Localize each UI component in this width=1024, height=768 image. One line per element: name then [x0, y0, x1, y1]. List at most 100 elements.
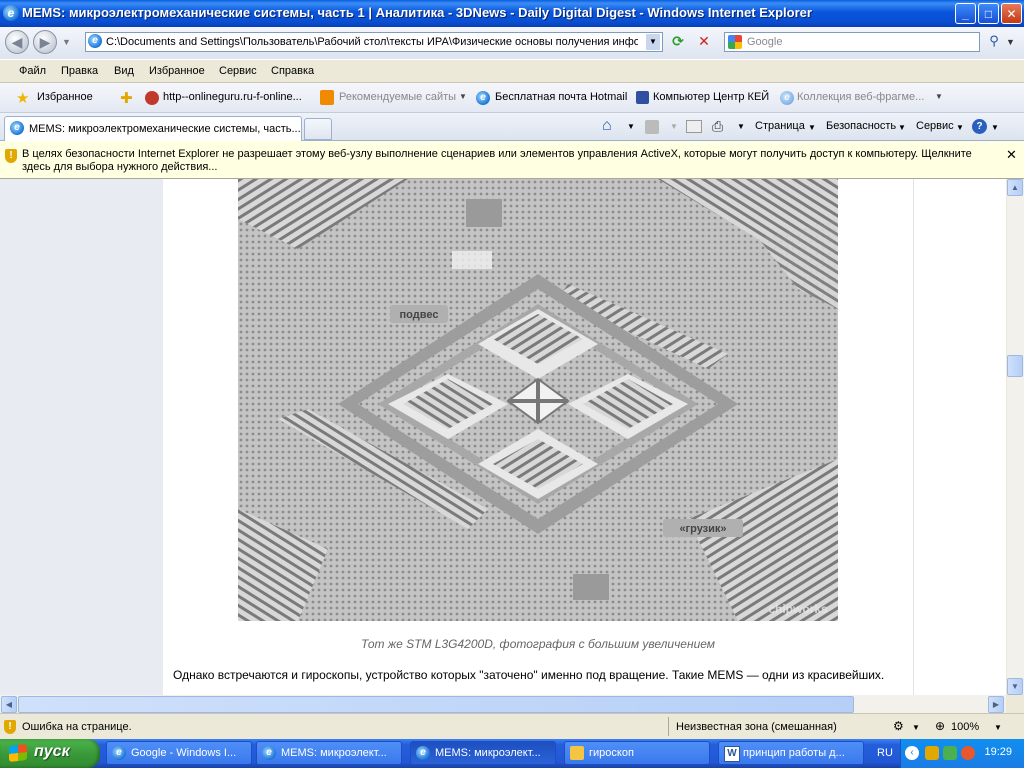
search-options-icon[interactable]: ▼	[1006, 37, 1015, 47]
menu-favorites[interactable]: Избранное	[149, 65, 205, 77]
zoom-level[interactable]: 100%	[951, 721, 979, 733]
antivirus-tray-icon[interactable]	[961, 746, 975, 760]
ie-icon: e	[112, 746, 126, 760]
rss-icon[interactable]	[645, 120, 659, 134]
address-toolbar: ◀ ▶ ▼ e C:\Documents and Settings\Пользо…	[0, 27, 1024, 59]
task-google[interactable]: e Google - Windows I...	[106, 741, 252, 765]
menu-bar: Файл Правка Вид Избранное Сервис Справка	[0, 59, 1024, 83]
chevron-down-icon[interactable]: ▼	[898, 123, 906, 132]
title-bar: e MEMS: микроэлектромеханические системы…	[0, 0, 1024, 27]
maximize-button[interactable]: □	[978, 3, 999, 24]
favorites-button[interactable]: Избранное	[37, 91, 93, 103]
fav-item-hotmail[interactable]: Бесплатная почта Hotmail	[495, 91, 627, 103]
menu-tools[interactable]: Сервис	[219, 65, 257, 77]
mems-structure-image: подвес «грузик» chipworks	[238, 179, 838, 621]
vertical-scrollbar[interactable]: ▲ ▼	[1006, 179, 1024, 695]
warning-icon[interactable]: !	[4, 720, 16, 734]
tools-menu[interactable]: Сервис	[916, 120, 954, 132]
chevron-down-icon[interactable]: ▼	[808, 123, 816, 132]
fav-item-suggested[interactable]: Рекомендуемые сайты	[339, 91, 456, 103]
tray-expand-icon[interactable]: ‹	[905, 746, 919, 760]
chevron-down-icon[interactable]: ▼	[737, 122, 745, 131]
chevron-down-icon[interactable]: ▼	[935, 92, 943, 101]
taskbar: пуск e Google - Windows I... e MEMS: мик…	[0, 739, 1024, 768]
start-button[interactable]: пуск	[0, 739, 100, 768]
label-proof-mass: «грузик»	[679, 523, 726, 535]
minimize-button[interactable]: _	[955, 3, 976, 24]
site-icon	[145, 91, 159, 105]
watermark: chipworks	[768, 602, 828, 616]
menu-help[interactable]: Справка	[271, 65, 314, 77]
chevron-down-icon[interactable]: ▼	[956, 123, 964, 132]
chevron-down-icon[interactable]: ▼	[991, 123, 999, 132]
chevron-down-icon[interactable]: ▼	[912, 723, 920, 732]
tab-mems[interactable]: e MEMS: микроэлектромеханические системы…	[4, 116, 302, 141]
network-tray-icon[interactable]	[943, 746, 957, 760]
security-tray-icon[interactable]	[925, 746, 939, 760]
search-icon[interactable]: ⚲	[984, 33, 1004, 51]
help-icon[interactable]: ?	[972, 119, 987, 134]
protected-mode-icon[interactable]: ⚙	[893, 719, 904, 733]
refresh-icon[interactable]: ⟳	[668, 33, 688, 51]
chevron-down-icon[interactable]: ▼	[627, 122, 635, 131]
security-zone: Неизвестная зона (смешанная)	[676, 721, 837, 733]
print-icon[interactable]: ⎙	[712, 118, 723, 135]
infobar-message[interactable]: В целях безопасности Internet Explorer н…	[22, 148, 992, 174]
close-button[interactable]: ✕	[1001, 3, 1022, 24]
back-button[interactable]: ◀	[5, 30, 29, 54]
forward-button[interactable]: ▶	[33, 30, 57, 54]
tab-title: MEMS: микроэлектромеханические системы, …	[29, 123, 301, 135]
menu-view[interactable]: Вид	[114, 65, 134, 77]
task-folder[interactable]: гироскоп	[564, 741, 710, 765]
infobar-close-icon[interactable]: ✕	[1006, 147, 1017, 163]
ie-icon: e	[262, 746, 276, 760]
mail-icon[interactable]	[686, 120, 702, 133]
left-margin	[0, 179, 163, 695]
history-dropdown-icon[interactable]: ▼	[62, 37, 71, 47]
chevron-down-icon[interactable]: ▼	[670, 122, 678, 131]
article-paragraph: Однако встречаются и гироскопы, устройст…	[173, 668, 885, 682]
horizontal-scrollbar[interactable]: ◀ ▶	[0, 695, 1006, 713]
task-mems-1[interactable]: e MEMS: микроэлект...	[256, 741, 402, 765]
kei-icon	[636, 91, 649, 104]
information-bar[interactable]: ! В целях безопасности Internet Explorer…	[0, 141, 1024, 179]
windows-flag-icon	[9, 744, 27, 762]
address-input[interactable]: C:\Documents and Settings\Пользователь\Р…	[106, 36, 638, 48]
page-menu[interactable]: Страница	[755, 120, 805, 132]
scroll-down-button[interactable]: ▼	[1007, 678, 1023, 695]
safety-menu[interactable]: Безопасность	[826, 120, 896, 132]
status-text[interactable]: Ошибка на странице.	[22, 721, 132, 733]
address-dropdown-icon[interactable]: ▼	[646, 34, 660, 50]
address-bar[interactable]: e C:\Documents and Settings\Пользователь…	[85, 32, 663, 52]
clock[interactable]: 19:29	[984, 746, 1012, 758]
start-label: пуск	[34, 743, 70, 760]
task-label: Google - Windows I...	[131, 747, 237, 759]
menu-file[interactable]: Файл	[19, 65, 46, 77]
divider	[668, 717, 669, 736]
word-icon: W	[724, 746, 740, 762]
language-indicator[interactable]: RU	[877, 747, 893, 759]
scroll-up-button[interactable]: ▲	[1007, 179, 1023, 196]
zoom-icon[interactable]: ⊕	[935, 719, 945, 733]
new-tab-button[interactable]	[304, 118, 332, 140]
chevron-down-icon[interactable]: ▼	[459, 92, 467, 101]
hscroll-thumb[interactable]	[18, 696, 854, 713]
fav-item-kei[interactable]: Компьютер Центр КЕЙ	[653, 91, 769, 103]
add-favorite-icon[interactable]: ✚	[120, 89, 133, 107]
fav-item-onlineguru[interactable]: http--onlineguru.ru-f-online...	[163, 91, 302, 103]
task-word[interactable]: W принцип работы д...	[718, 741, 864, 765]
page-icon: e	[88, 34, 102, 48]
scroll-right-button[interactable]: ▶	[988, 696, 1004, 713]
stop-icon[interactable]: ✕	[694, 33, 714, 51]
suggested-sites-icon	[320, 90, 334, 105]
task-mems-2[interactable]: e MEMS: микроэлект...	[410, 741, 556, 765]
fav-item-webslice[interactable]: Коллекция веб-фрагме...	[797, 91, 924, 103]
chevron-down-icon[interactable]: ▼	[994, 723, 1002, 732]
search-input[interactable]: Google	[747, 36, 782, 48]
tab-page-icon: e	[10, 121, 24, 135]
scroll-thumb[interactable]	[1007, 355, 1023, 377]
search-box[interactable]: Google	[724, 32, 980, 52]
home-icon[interactable]: ⌂	[602, 117, 612, 135]
scroll-left-button[interactable]: ◀	[1, 696, 17, 713]
menu-edit[interactable]: Правка	[61, 65, 98, 77]
